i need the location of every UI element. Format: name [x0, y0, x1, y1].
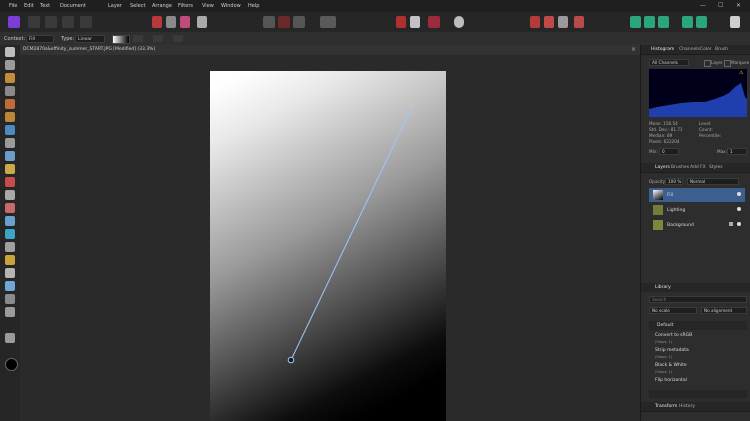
bottom-tabbar: Transform History — [641, 402, 750, 412]
library-item[interactable]: Flip horizontal — [655, 378, 687, 383]
visibility-icon[interactable] — [737, 222, 741, 226]
gradient-start-handle[interactable] — [287, 356, 295, 364]
layer-thumbnail — [653, 205, 663, 215]
library-item[interactable]: Black & White — [655, 363, 687, 368]
tab-brush[interactable]: Brush — [715, 47, 728, 52]
alignment-select[interactable]: No alignment — [701, 307, 747, 314]
opacity-field[interactable]: 100 % — [665, 178, 683, 185]
layer-name[interactable]: Lighting — [667, 208, 685, 213]
library-footer — [649, 390, 747, 398]
blend-mode-select[interactable]: Normal — [687, 178, 739, 185]
layer-row-fill[interactable]: Fill — [649, 188, 745, 202]
library-title[interactable]: Library — [655, 285, 671, 290]
visibility-icon[interactable] — [737, 207, 741, 211]
library-search-input[interactable]: Search — [649, 296, 747, 303]
layer-name[interactable]: Fill — [667, 193, 673, 198]
tab-layers[interactable]: Layers — [655, 165, 670, 170]
layer-thumbnail — [653, 220, 663, 230]
marquee-checkbox[interactable] — [724, 60, 731, 67]
layer-row-lighting[interactable]: Lighting — [649, 203, 745, 217]
layers-tabbar: Layers Brushes Add FX Styles — [641, 163, 750, 173]
tab-styles[interactable]: Styles — [709, 165, 723, 170]
stat-count: Count: — [699, 127, 713, 132]
stat-level: Level: — [699, 121, 712, 126]
gradient-line[interactable] — [290, 106, 413, 361]
min-field[interactable]: 0 — [659, 148, 679, 155]
library-item-steps: (Steps: 1) — [655, 355, 673, 359]
stat-percentile: Percentile: — [699, 133, 722, 138]
library-category[interactable]: Default — [649, 321, 747, 330]
tab-adjustments[interactable]: Add — [690, 165, 699, 170]
channel-select[interactable]: All Channels — [649, 59, 689, 66]
max-field[interactable]: 1 — [727, 148, 747, 155]
layer-thumbnail — [653, 190, 663, 200]
histogram-graph: ⚠ — [649, 69, 747, 117]
max-label: Max: — [717, 149, 728, 154]
tab-fx[interactable]: FX — [700, 165, 706, 170]
tab-brushes[interactable]: Brushes — [671, 165, 689, 170]
right-panel: Histogram Channels Color Brush All Chann… — [640, 45, 750, 421]
stat-pixels: Pixels: 622204 — [649, 139, 680, 144]
warning-icon: ⚠ — [739, 70, 744, 76]
layer-name[interactable]: Background — [667, 223, 694, 228]
stat-mean: Mean: 156.54 — [649, 121, 678, 126]
stat-std-dev: Std. Dev.: 81.71 — [649, 127, 683, 132]
scale-select[interactable]: No scale — [649, 307, 697, 314]
library-item-steps: (Steps: 1) — [655, 370, 673, 374]
library-header: Library — [641, 283, 750, 292]
tab-histogram[interactable]: Histogram — [651, 47, 674, 52]
min-label: Min: — [649, 149, 658, 154]
category-name: Default — [657, 323, 674, 328]
library-item[interactable]: Convert to sRGB — [655, 333, 692, 338]
histogram-plot — [649, 83, 747, 117]
tab-history[interactable]: History — [679, 404, 695, 409]
library-item-steps: (Steps: 1) — [655, 340, 673, 344]
tab-transform[interactable]: Transform — [655, 404, 677, 409]
layer-option-label: Layer — [711, 60, 723, 65]
marquee-option-label: Marquee — [731, 60, 750, 65]
layer-checkbox[interactable] — [704, 60, 711, 67]
gradient-overlay — [287, 104, 415, 364]
opacity-label: Opacity: — [649, 179, 667, 184]
lock-icon[interactable] — [729, 222, 733, 226]
visibility-icon[interactable] — [737, 192, 741, 196]
stat-median: Median: 89 — [649, 133, 673, 138]
tab-channels[interactable]: Channels — [679, 47, 700, 52]
histogram-tabbar: Histogram Channels Color Brush — [641, 45, 750, 55]
layer-row-background[interactable]: Background — [649, 218, 745, 232]
library-item[interactable]: Strip metadata — [655, 348, 689, 353]
tab-color[interactable]: Color — [700, 47, 712, 52]
